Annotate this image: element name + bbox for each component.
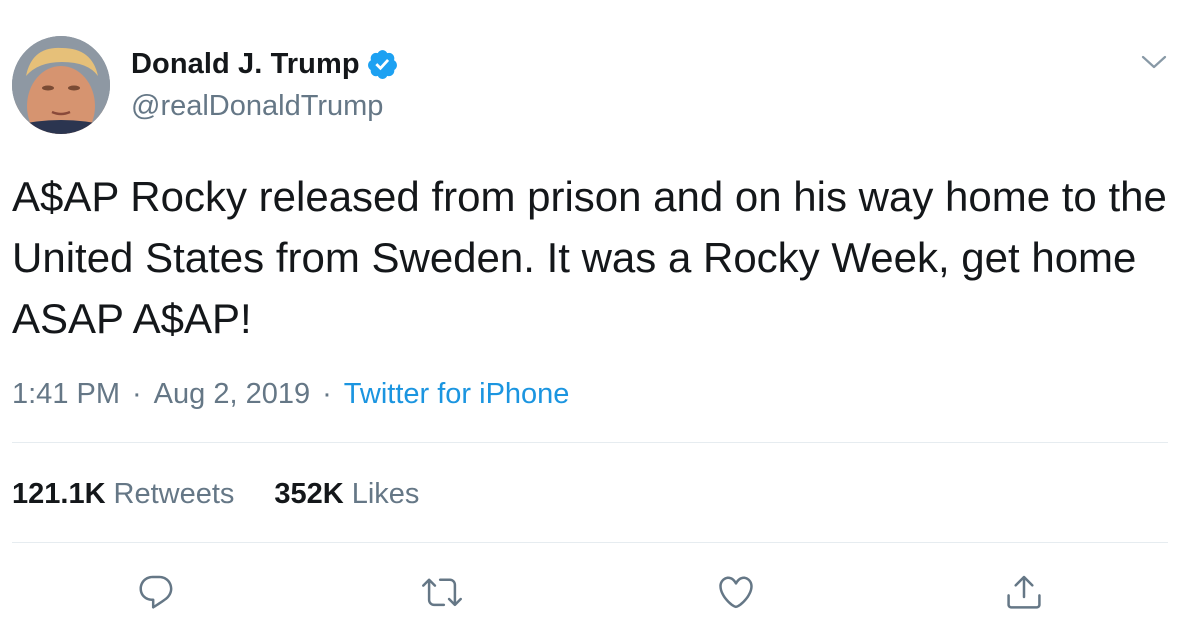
display-name[interactable]: Donald J. Trump bbox=[131, 48, 360, 81]
tweet-source-link[interactable]: Twitter for iPhone bbox=[344, 378, 570, 411]
user-info: Donald J. Trump @realDonaldTrump bbox=[131, 44, 399, 126]
likes-count: 352K bbox=[274, 477, 344, 510]
reply-button[interactable] bbox=[134, 570, 178, 614]
tweet-time[interactable]: 1:41 PM bbox=[12, 378, 120, 411]
retweet-icon bbox=[422, 578, 462, 607]
heart-icon bbox=[719, 576, 753, 609]
retweet-button[interactable] bbox=[420, 570, 464, 614]
likes-stat[interactable]: 352K Likes bbox=[274, 478, 419, 511]
tweet-date[interactable]: Aug 2, 2019 bbox=[154, 378, 310, 411]
share-button[interactable] bbox=[1002, 570, 1046, 614]
share-icon bbox=[1007, 575, 1041, 609]
chevron-down-icon[interactable] bbox=[1140, 52, 1168, 72]
tweet-meta: 1:41 PM · Aug 2, 2019 · Twitter for iPho… bbox=[12, 376, 569, 412]
avatar[interactable] bbox=[12, 36, 110, 134]
retweets-count: 121.1K bbox=[12, 477, 106, 510]
likes-label: Likes bbox=[351, 477, 420, 510]
avatar-image bbox=[12, 36, 110, 134]
tweet-card: Donald J. Trump @realDonaldTrump A$AP Ro… bbox=[0, 0, 1186, 644]
divider bbox=[12, 542, 1168, 543]
reply-icon bbox=[139, 575, 173, 609]
user-handle[interactable]: @realDonaldTrump bbox=[131, 86, 399, 126]
name-row: Donald J. Trump bbox=[131, 44, 399, 84]
retweets-stat[interactable]: 121.1K Retweets bbox=[12, 478, 234, 511]
meta-separator: · bbox=[132, 377, 142, 410]
divider bbox=[12, 442, 1168, 443]
verified-badge-icon bbox=[366, 48, 399, 81]
tweet-text: A$AP Rocky released from prison and on h… bbox=[12, 173, 1179, 342]
like-button[interactable] bbox=[714, 570, 758, 614]
tweet-stats: 121.1K Retweets 352K Likes bbox=[12, 476, 419, 512]
meta-separator: · bbox=[322, 377, 332, 410]
retweets-label: Retweets bbox=[113, 477, 235, 510]
